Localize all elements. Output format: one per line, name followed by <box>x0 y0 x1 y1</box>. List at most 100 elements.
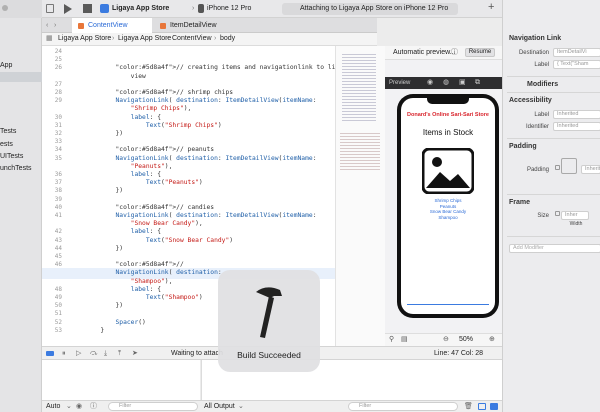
jump-bar-item[interactable]: body <box>220 34 235 44</box>
sidebar-toggle-icon[interactable] <box>46 4 54 13</box>
code-line[interactable]: NavigationLink( destination: ItemDetailV… <box>70 212 317 219</box>
swift-file-icon <box>78 23 84 29</box>
forward-icon[interactable]: › <box>54 21 56 31</box>
zoom-level[interactable]: 50% <box>459 335 473 345</box>
line-number: 25 <box>54 56 62 64</box>
code-line[interactable]: view <box>70 73 146 80</box>
code-line[interactable]: label: { <box>70 114 161 121</box>
destination-field[interactable]: ItemDetailVi <box>553 48 600 57</box>
duplicate-preview-icon[interactable]: ⧉ <box>475 78 480 88</box>
window-control-icon[interactable] <box>2 5 8 11</box>
code-line[interactable]: label: { <box>70 228 161 235</box>
chevron-right-icon: › <box>166 35 169 42</box>
grid-icon[interactable]: ▦ <box>46 34 53 44</box>
live-preview-icon[interactable]: ◉ <box>427 78 433 88</box>
label-field[interactable]: { Text("Sham <box>553 60 600 69</box>
code-line[interactable]: NavigationLink( destination: ItemDetailV… <box>70 97 317 104</box>
tab-itemdetailview[interactable]: ItemDetailView <box>154 18 234 33</box>
add-library-button[interactable]: + <box>488 2 494 13</box>
code-line[interactable]: }) <box>70 245 123 252</box>
code-line[interactable]: "color:#5d8a4f">// <box>70 261 184 268</box>
navigator-item[interactable]: unchTests <box>0 164 42 174</box>
stop-button[interactable] <box>83 4 92 13</box>
padding-checkbox[interactable] <box>555 165 560 170</box>
output-selector[interactable]: All Output <box>204 402 235 412</box>
line-number: 24 <box>54 48 62 55</box>
code-line[interactable]: "Shrimp Chips"), <box>70 105 192 112</box>
run-destination[interactable]: iPhone 12 Pro <box>207 4 251 14</box>
link-item[interactable]: Shampoo <box>401 215 495 221</box>
navigator-item[interactable]: UITests <box>0 152 42 162</box>
code-line[interactable]: } <box>70 327 104 334</box>
identifier-field[interactable]: Inherited <box>553 122 600 131</box>
code-line[interactable]: Text("Shrimp Chips") <box>70 122 222 129</box>
code-line[interactable]: Text("Shampoo") <box>70 294 203 301</box>
accessibility-section-title: Accessibility <box>509 97 552 104</box>
device-notch <box>427 97 469 104</box>
split-view-left-icon[interactable] <box>478 403 486 410</box>
code-line[interactable]: }) <box>70 302 123 309</box>
navigator-item[interactable]: ests <box>0 140 42 150</box>
code-line[interactable]: "color:#5d8a4f">// peanuts <box>70 146 215 153</box>
code-line[interactable]: Text("Peanuts") <box>70 179 203 186</box>
divider <box>507 138 600 139</box>
info-icon[interactable]: ⓘ <box>451 48 458 58</box>
toggle-console-icon[interactable] <box>46 351 54 356</box>
width-field[interactable]: Inher <box>561 211 589 220</box>
code-line[interactable]: "color:#5d8a4f">// shrimp chips <box>70 89 234 96</box>
jump-bar-item[interactable]: ContentView <box>172 34 212 44</box>
continue-icon[interactable]: ▷ <box>76 349 81 359</box>
code-line[interactable]: }) <box>70 130 123 137</box>
code-line[interactable]: "Shampoo"), <box>70 278 173 285</box>
padding-field[interactable]: Inherited <box>581 165 600 174</box>
code-line[interactable]: label: { <box>70 171 161 178</box>
divider <box>507 92 600 93</box>
code-line[interactable]: "Peanuts"), <box>70 163 173 170</box>
navigator-item-selected[interactable] <box>0 72 42 82</box>
navigator-item[interactable]: Tests <box>0 127 42 137</box>
device-settings-icon[interactable]: ▤ <box>401 335 408 345</box>
inspect-preview-icon[interactable]: ▣ <box>459 78 466 88</box>
code-line[interactable]: "color:#5d8a4f">// candies <box>70 204 215 211</box>
pin-icon[interactable]: ⚲ <box>389 335 394 345</box>
run-button[interactable] <box>64 4 72 14</box>
size-checkbox[interactable] <box>555 211 560 216</box>
jump-bar-item[interactable]: Ligaya App Store <box>118 34 171 44</box>
split-view-right-icon[interactable] <box>490 403 498 410</box>
accessibility-label-field[interactable]: Inherited <box>553 110 600 119</box>
step-in-icon[interactable]: ⤓ <box>104 349 107 359</box>
navigator-item[interactable]: App <box>0 61 42 71</box>
pause-icon[interactable]: ⏸ <box>62 349 66 359</box>
add-modifier-field[interactable]: Add Modifier <box>509 244 600 253</box>
resume-button[interactable]: Resume <box>465 48 495 57</box>
location-icon[interactable]: ➤ <box>132 349 138 359</box>
code-line[interactable]: NavigationLink( destination: <box>70 269 222 276</box>
step-over-icon[interactable]: ⤼ <box>90 349 97 359</box>
code-line[interactable]: }) <box>70 187 123 194</box>
chevron-right-icon: › <box>112 35 115 42</box>
code-line[interactable]: Spacer() <box>70 319 146 326</box>
code-line[interactable]: NavigationLink( destination: ItemDetailV… <box>70 155 317 162</box>
minimap[interactable] <box>335 46 385 346</box>
code-line[interactable]: label: { <box>70 286 161 293</box>
filter-field-left[interactable]: Filter <box>108 402 198 411</box>
padding-edges-control[interactable] <box>561 158 577 174</box>
debug-preview-icon[interactable]: ◍ <box>443 78 449 88</box>
code-line[interactable]: "Snow Bear Candy"), <box>70 220 203 227</box>
filter-field-right[interactable]: Filter <box>348 402 458 411</box>
jump-bar-item[interactable]: Ligaya App Store <box>58 34 111 44</box>
step-out-icon[interactable]: ⤒ <box>118 349 121 359</box>
tab-contentview[interactable]: ContentView <box>72 18 152 33</box>
zoom-in-icon[interactable]: ⊕ <box>489 335 495 345</box>
scheme-name[interactable]: Ligaya App Store <box>112 4 169 14</box>
eye-icon[interactable]: ◉ <box>76 402 82 412</box>
info-icon[interactable]: ⓘ <box>90 402 97 412</box>
back-icon[interactable]: ‹ <box>46 21 48 31</box>
preview-label[interactable]: Preview <box>389 78 410 88</box>
code-line[interactable]: Text("Snow Bear Candy") <box>70 237 233 244</box>
canvas-footer: ⚲ ▤ ⊖ 50% ⊕ <box>385 333 502 346</box>
variables-view[interactable] <box>42 360 200 400</box>
auto-selector[interactable]: Auto <box>46 402 60 412</box>
trash-icon[interactable]: 🗑 <box>464 402 473 412</box>
zoom-out-icon[interactable]: ⊖ <box>443 335 449 345</box>
